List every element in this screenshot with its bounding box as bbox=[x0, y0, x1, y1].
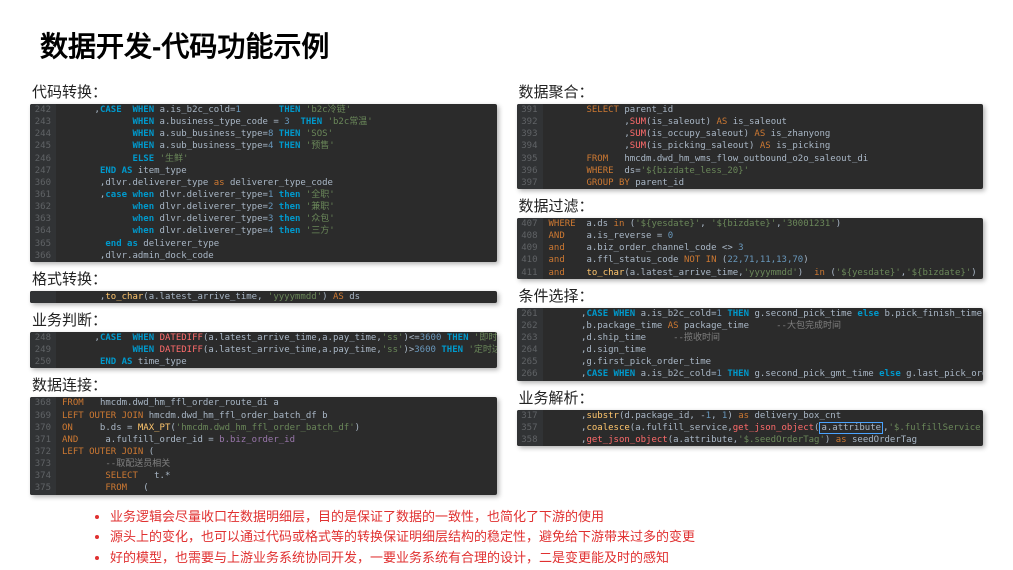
label-filter: 数据过滤： bbox=[519, 195, 984, 216]
label-biz-judge: 业务判断： bbox=[32, 309, 497, 330]
code-block-convert: 242 ,CASE WHEN a.is_b2c_cold=1 THEN 'b2c… bbox=[30, 104, 497, 262]
label-aggregate: 数据聚合： bbox=[519, 81, 984, 102]
code-block-filter: 407WHERE a.ds in ('${yesdate}', '${bizda… bbox=[517, 218, 984, 279]
label-biz-parse: 业务解析： bbox=[519, 387, 984, 408]
bullet-item: 源头上的变化，也可以通过代码或格式等的转换保证明细层结构的稳定性，避免给下游带来… bbox=[110, 527, 1013, 548]
label-format-convert: 格式转换： bbox=[32, 268, 497, 289]
bullet-item: 业务逻辑会尽量收口在数据明细层，目的是保证了数据的一致性，也简化了下游的使用 bbox=[110, 507, 1013, 528]
code-block-aggregate: 391 SELECT parent_id392 ,SUM(is_saleout)… bbox=[517, 104, 984, 189]
left-column: 代码转换： 242 ,CASE WHEN a.is_b2c_cold=1 THE… bbox=[30, 75, 497, 499]
code-block-format: ,to_char(a.latest_arrive_time, 'yyyymmdd… bbox=[30, 291, 497, 303]
columns: 代码转换： 242 ,CASE WHEN a.is_b2c_cold=1 THE… bbox=[0, 75, 1013, 499]
label-data-join: 数据连接： bbox=[32, 374, 497, 395]
page-title: 数据开发-代码功能示例 bbox=[0, 0, 1013, 75]
code-block-parse: 317 ,substr(d.package_id, -1, 1) as deli… bbox=[517, 410, 984, 446]
code-block-judge: 248 ,CASE WHEN DATEDIFF(a.latest_arrive_… bbox=[30, 332, 497, 368]
label-cond-select: 条件选择： bbox=[519, 285, 984, 306]
code-block-cond: 261 ,CASE WHEN a.is_b2c_cold=1 THEN g.se… bbox=[517, 308, 984, 381]
code-block-join: 368FROM hmcdm.dwd_hm_ffl_order_route_di … bbox=[30, 397, 497, 494]
bullet-list: 业务逻辑会尽量收口在数据明细层，目的是保证了数据的一致性，也简化了下游的使用 源… bbox=[0, 499, 1013, 569]
right-column: 数据聚合： 391 SELECT parent_id392 ,SUM(is_sa… bbox=[517, 75, 984, 499]
bullet-item: 好的模型，也需要与上游业务系统协同开发，一要业务系统有合理的设计，二是变更能及时… bbox=[110, 548, 1013, 569]
label-code-convert: 代码转换： bbox=[32, 81, 497, 102]
